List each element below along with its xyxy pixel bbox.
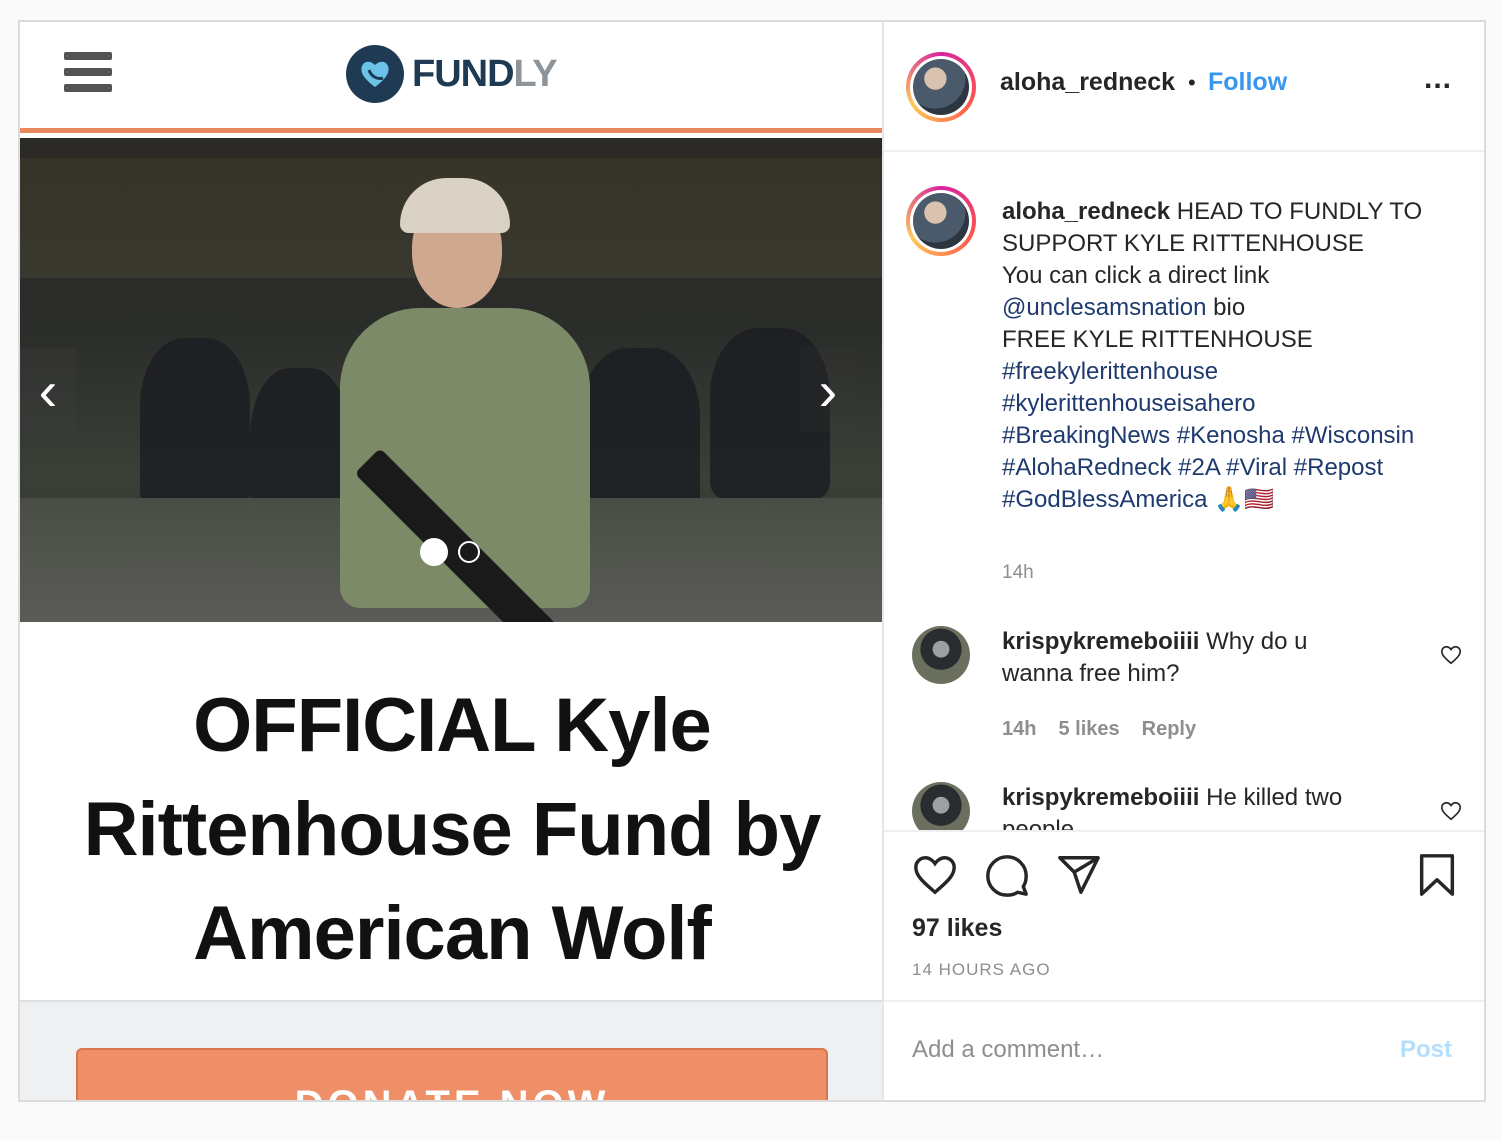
carousel-dot: [458, 541, 480, 563]
post-media[interactable]: FUNDLY ‹ › OFFICIAL Kyle Rittenhouse Fun…: [20, 22, 884, 1100]
hamburger-icon: [64, 52, 112, 92]
hashtag-line3[interactable]: #BreakingNews #Kenosha #Wisconsin: [1002, 422, 1414, 449]
caption-line2: You can click a direct link: [1002, 262, 1270, 289]
fundly-word-light: LY: [513, 52, 558, 95]
comment-time[interactable]: 14h: [1002, 718, 1036, 741]
fundly-logo: FUNDLY: [346, 44, 558, 104]
comment-text: krispykremeboiiii Why do u wanna free hi…: [1002, 626, 1362, 690]
comment-avatar[interactable]: [912, 626, 970, 684]
posted-time[interactable]: 14 HOURS AGO: [912, 960, 1051, 980]
caption-emoji: 🙏🇺🇸: [1214, 486, 1274, 513]
header-separator: •: [1188, 70, 1196, 95]
hashtag-line2[interactable]: #kylerittenhouseisahero: [1002, 390, 1256, 417]
caption-line3-rest: bio: [1213, 294, 1246, 321]
fundly-heart-icon: [346, 45, 404, 103]
comment-meta: 14h 5 likes Reply: [1002, 718, 1196, 741]
post-actions: 97 likes 14 HOURS AGO: [884, 830, 1484, 1000]
bookmark-icon[interactable]: [1414, 852, 1460, 898]
comment-username[interactable]: krispykremeboiiii: [1002, 784, 1199, 811]
caption-avatar[interactable]: [906, 186, 976, 256]
comment-username[interactable]: krispykremeboiiii: [1002, 628, 1199, 655]
caption-username[interactable]: aloha_redneck: [1002, 198, 1170, 225]
post-caption: aloha_redneck HEAD TO FUNDLY TO SUPPORT …: [1002, 196, 1472, 516]
hashtag-line1[interactable]: #freekylerittenhouse: [1002, 358, 1218, 385]
reply-button[interactable]: Reply: [1142, 718, 1196, 741]
likes-count[interactable]: 97 likes: [912, 914, 1002, 943]
comment-likes[interactable]: 5 likes: [1058, 718, 1119, 741]
add-comment-bar: Add a comment… Post: [884, 1000, 1484, 1100]
caption-mention[interactable]: @unclesamsnation: [1002, 294, 1206, 321]
instagram-post: FUNDLY ‹ › OFFICIAL Kyle Rittenhouse Fun…: [18, 20, 1486, 1102]
chevron-left-icon[interactable]: ‹: [20, 348, 76, 432]
heart-icon[interactable]: [1440, 644, 1462, 666]
heart-icon[interactable]: [912, 852, 958, 898]
header-username[interactable]: aloha_redneck: [1000, 68, 1175, 97]
post-button[interactable]: Post: [1400, 1036, 1452, 1064]
donate-button: DONATE NOW: [76, 1048, 828, 1100]
comment-icon[interactable]: [984, 852, 1030, 898]
heart-icon[interactable]: [1440, 800, 1462, 822]
more-icon[interactable]: ...: [1424, 62, 1452, 96]
post-header: aloha_redneck • Follow ...: [884, 22, 1484, 152]
follow-button[interactable]: Follow: [1208, 68, 1287, 97]
post-sidebar: aloha_redneck • Follow ... aloha_redneck…: [884, 22, 1484, 1100]
fundly-word-dark: FUND: [412, 52, 515, 95]
avatar[interactable]: [906, 52, 976, 122]
fund-title: OFFICIAL Kyle Rittenhouse Fund by Americ…: [83, 683, 822, 976]
chevron-right-icon[interactable]: ›: [800, 348, 856, 432]
fundly-header: FUNDLY: [20, 22, 882, 133]
carousel-indicator: [420, 538, 480, 566]
comment-input[interactable]: Add a comment…: [912, 1036, 1104, 1064]
share-icon[interactable]: [1056, 852, 1102, 898]
comments-scroll-area[interactable]: aloha_redneck HEAD TO FUNDLY TO SUPPORT …: [884, 154, 1484, 830]
hashtag-line5[interactable]: #GodBlessAmerica: [1002, 486, 1207, 513]
hashtag-line4[interactable]: #AlohaRedneck #2A #Viral #Repost: [1002, 454, 1383, 481]
comment-text: krispykremeboiiii He killed two people: [1002, 782, 1362, 830]
carousel-dot-active: [420, 538, 448, 566]
caption-line4: FREE KYLE RITTENHOUSE: [1002, 326, 1313, 353]
comment-avatar[interactable]: [912, 782, 970, 830]
post-photo: ‹ ›: [20, 138, 882, 622]
caption-timestamp[interactable]: 14h: [1002, 562, 1034, 584]
